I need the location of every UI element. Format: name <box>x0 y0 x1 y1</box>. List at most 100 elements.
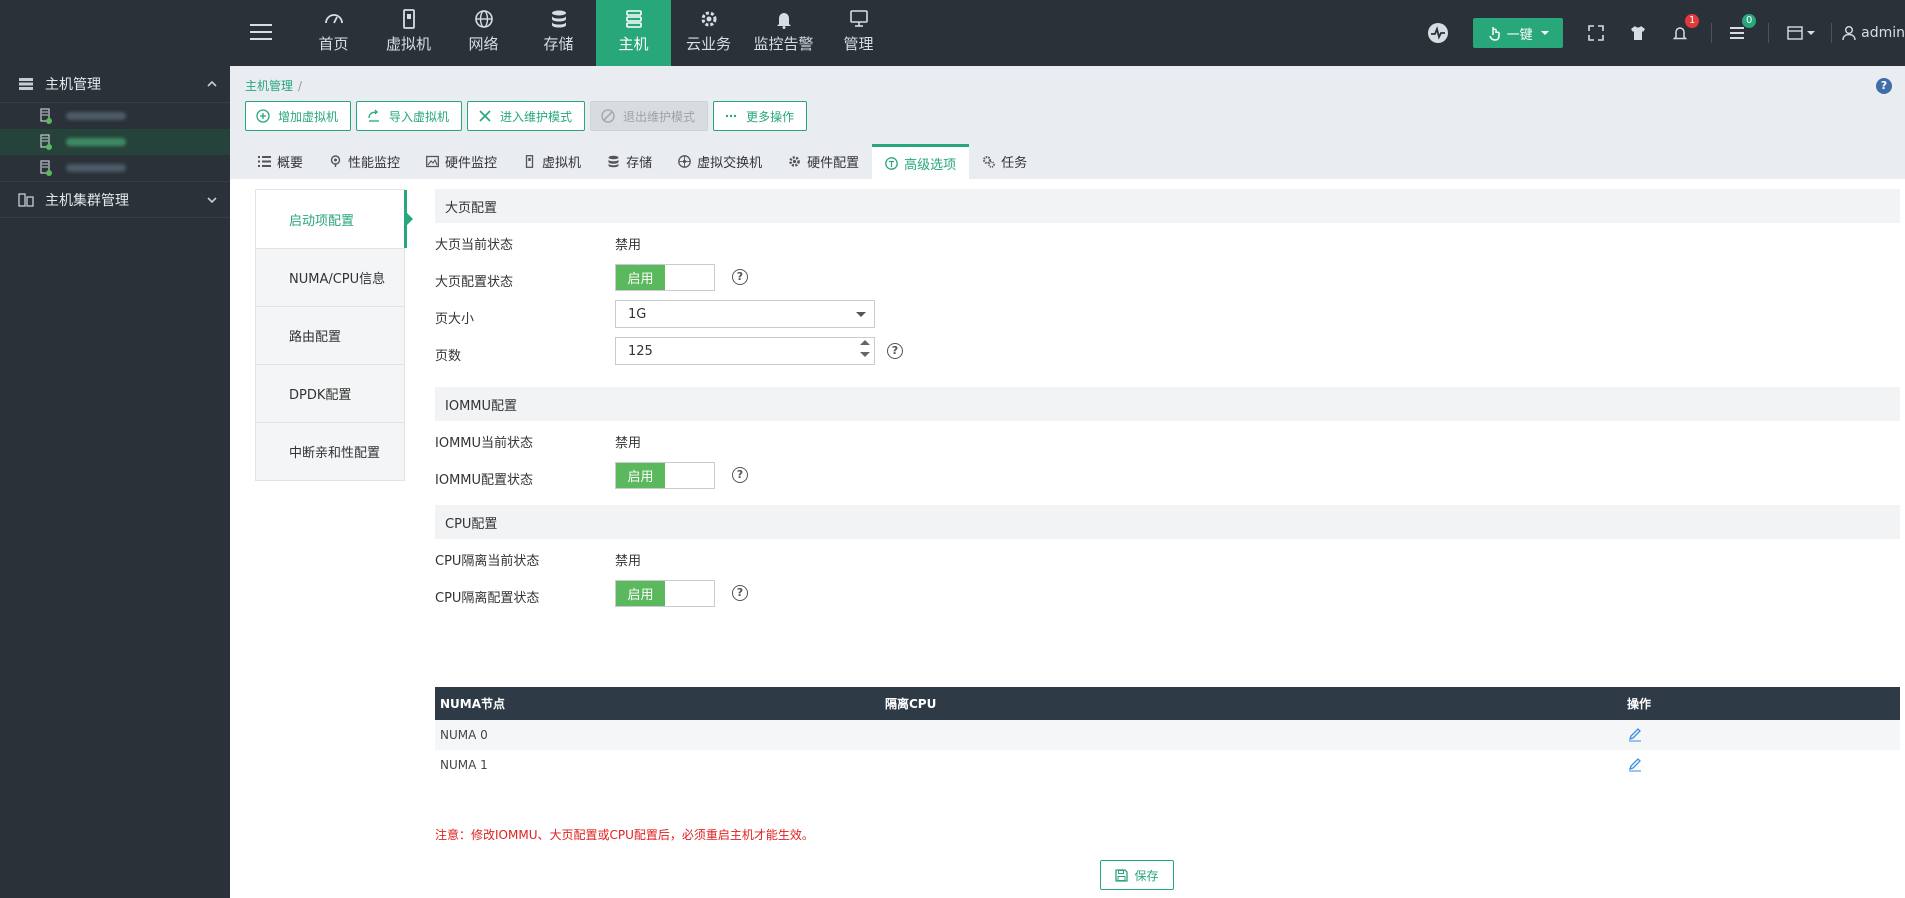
cpu-current-value: 禁用 <box>615 554 642 569</box>
sidebar-group-label: 主机集群管理 <box>45 192 129 209</box>
vm-icon <box>402 9 415 29</box>
action-cell <box>1622 720 1900 750</box>
hugepage-current-label: 大页当前状态 <box>435 238 514 253</box>
nav-host[interactable]: 主机 <box>596 0 671 74</box>
more-icon <box>725 114 737 118</box>
enter-maintenance-button[interactable]: 进入维护模式 <box>467 101 586 131</box>
cpu-isolation-toggle[interactable]: 启用 <box>615 580 715 607</box>
nav-host-label: 主机 <box>618 35 649 53</box>
submenu-label: NUMA/CPU信息 <box>289 272 386 287</box>
settings-circle-icon <box>885 156 898 170</box>
server-icon <box>625 10 642 28</box>
header-tools: 一键 1 0 admin <box>1423 0 1905 66</box>
tab-tasks[interactable]: 任务 <box>969 144 1040 179</box>
stepper-arrows <box>858 340 872 362</box>
hugepage-size-row: 页大小 1G <box>435 297 1900 334</box>
submenu-irq-affinity[interactable]: 中断亲和性配置 <box>256 422 404 480</box>
nav-vm[interactable]: 虚拟机 <box>371 0 446 66</box>
page-count-stepper[interactable]: 125 <box>615 337 875 365</box>
tab-vm[interactable]: 虚拟机 <box>510 144 594 179</box>
divider <box>1768 23 1770 43</box>
tab-hardware-monitor[interactable]: 硬件监控 <box>413 144 510 179</box>
task-list-icon[interactable]: 0 <box>1726 14 1757 44</box>
nav-admin-label: 管理 <box>843 35 874 53</box>
fullscreen-icon[interactable] <box>1585 22 1607 44</box>
more-actions-label: 更多操作 <box>746 109 795 124</box>
host-name-redacted <box>66 164 126 172</box>
stepper-down-icon[interactable] <box>860 352 870 357</box>
sidebar-group-cluster-management[interactable]: 主机集群管理 <box>0 181 230 218</box>
pulse-icon[interactable] <box>1423 18 1453 48</box>
help-icon[interactable]: ? <box>732 467 748 483</box>
menu-toggle-icon[interactable] <box>250 20 272 44</box>
window-menu-icon[interactable] <box>1783 22 1819 44</box>
submenu-route-config[interactable]: 路由配置 <box>256 306 404 364</box>
nav-monitor[interactable]: 监控告警 <box>746 0 821 66</box>
table-row: NUMA 1 <box>435 750 1900 780</box>
submenu-dpdk-config[interactable]: DPDK配置 <box>256 364 404 422</box>
sidebar-host-item[interactable] <box>0 155 230 181</box>
hugepage-toggle[interactable]: 启用 <box>615 264 715 291</box>
tab-storage[interactable]: 存储 <box>594 144 665 179</box>
help-icon[interactable]: ? <box>1876 78 1892 94</box>
nav-storage[interactable]: 存储 <box>521 0 596 66</box>
help-icon[interactable]: ? <box>732 585 748 601</box>
page-header: 主机管理 / ? 增加虚拟机 导入虚拟机 进入维护模式 退出维护模式 更多操作 … <box>230 66 1905 179</box>
cogs-icon <box>983 156 995 168</box>
cpu-config-row: CPU隔离配置状态 启用 ? <box>435 576 1900 613</box>
vm-icon <box>525 155 534 168</box>
sidebar-group-label: 主机管理 <box>45 77 101 93</box>
help-icon[interactable]: ? <box>887 343 903 359</box>
hugepage-count-label: 页数 <box>435 349 462 364</box>
section-hugepage-title: 大页配置 <box>435 189 1900 223</box>
save-button[interactable]: 保存 <box>1100 860 1174 890</box>
sidebar-host-item-selected[interactable] <box>0 129 230 155</box>
edit-pencil-icon[interactable] <box>1627 726 1643 742</box>
cluster-icon <box>18 192 34 207</box>
tab-advanced-options[interactable]: 高级选项 <box>872 144 970 179</box>
nav-home[interactable]: 首页 <box>296 0 371 66</box>
more-actions-button[interactable]: 更多操作 <box>713 101 808 131</box>
iommu-toggle[interactable]: 启用 <box>615 462 715 489</box>
submenu-boot-config[interactable]: 启动项配置 <box>256 190 413 248</box>
cpu-current-row: CPU隔离当前状态 禁用 <box>435 539 1900 576</box>
onekey-button[interactable]: 一键 <box>1473 18 1564 48</box>
tab-vswitch[interactable]: 虚拟交换机 <box>665 144 775 179</box>
numa-table: NUMA节点 隔离CPU 操作 NUMA 0 NUMA 1 <box>435 687 1900 780</box>
import-vm-button[interactable]: 导入虚拟机 <box>356 101 463 131</box>
nav-cloud[interactable]: 云业务 <box>671 0 746 66</box>
tab-overview[interactable]: 概要 <box>245 144 316 179</box>
page-size-select[interactable]: 1G <box>615 300 875 328</box>
submenu-label: DPDK配置 <box>289 388 352 403</box>
tab-hardware-config[interactable]: 硬件配置 <box>775 144 872 179</box>
host-online-icon <box>40 134 52 150</box>
caret-down-icon <box>1807 31 1816 35</box>
breadcrumb: 主机管理 / <box>245 77 302 94</box>
divider <box>1831 23 1833 43</box>
tab-label: 硬件监控 <box>445 156 498 171</box>
tab-bar: 概要 性能监控 硬件监控 虚拟机 存储 虚拟交换机 硬件配置 高级选项 任务 <box>245 144 1040 179</box>
nav-admin[interactable]: 管理 <box>821 0 896 66</box>
breadcrumb-root[interactable]: 主机管理 <box>245 79 293 93</box>
tab-performance[interactable]: 性能监控 <box>316 144 413 179</box>
stepper-up-icon[interactable] <box>860 340 870 345</box>
shirt-icon[interactable] <box>1627 22 1649 44</box>
exit-maintenance-button[interactable]: 退出维护模式 <box>590 101 709 131</box>
touch-icon <box>1488 27 1500 41</box>
tab-label: 任务 <box>1001 156 1028 171</box>
alarm-bell-icon[interactable]: 1 <box>1669 14 1700 44</box>
chevron-down-icon <box>207 197 217 204</box>
add-vm-button[interactable]: 增加虚拟机 <box>245 101 352 131</box>
edit-pencil-icon[interactable] <box>1627 756 1643 772</box>
alarm-badge: 1 <box>1685 14 1700 28</box>
nav-network[interactable]: 网络 <box>446 0 521 66</box>
sidebar-group-host-management[interactable]: 主机管理 <box>0 66 230 103</box>
numa-node-cell: NUMA 0 <box>435 720 880 750</box>
help-icon[interactable]: ? <box>732 269 748 285</box>
tools-icon <box>479 110 491 122</box>
tab-label: 虚拟机 <box>542 156 582 171</box>
user-menu[interactable]: admin <box>1842 25 1905 41</box>
sidebar-host-item[interactable] <box>0 103 230 129</box>
submenu-label: 启动项配置 <box>289 213 355 229</box>
submenu-numa-cpu[interactable]: NUMA/CPU信息 <box>256 248 404 306</box>
